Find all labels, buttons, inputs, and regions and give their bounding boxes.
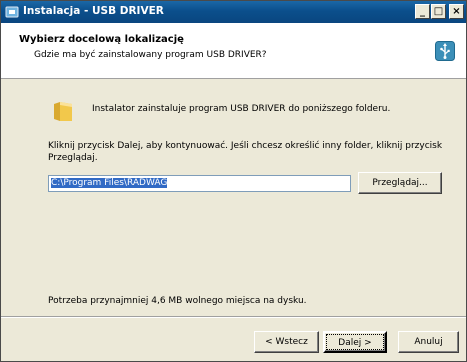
title-bar[interactable]: Instalacja - USB DRIVER _ □ × xyxy=(1,1,466,23)
window-title: Instalacja - USB DRIVER xyxy=(23,5,164,17)
usb-icon xyxy=(435,41,455,61)
browse-button[interactable]: Przeglądaj... xyxy=(358,172,442,194)
close-button[interactable]: × xyxy=(449,4,464,19)
page-header: Wybierz docelową lokalizację Gdzie ma by… xyxy=(1,23,466,79)
next-button[interactable]: Dalej > xyxy=(323,331,387,353)
minimize-button[interactable]: _ xyxy=(415,4,430,19)
maximize-button[interactable]: □ xyxy=(431,4,446,19)
installer-window: Instalacja - USB DRIVER _ □ × Wybierz do… xyxy=(0,0,467,362)
page-title: Wybierz docelową lokalizację xyxy=(19,34,184,45)
destination-path-value: C:\Program Files\RADWAG xyxy=(51,178,168,188)
intro-text: Instalator zainstaluje program USB DRIVE… xyxy=(92,104,391,114)
cancel-button[interactable]: Anuluj xyxy=(398,331,459,353)
page-subtitle: Gdzie ma być zainstalowany program USB D… xyxy=(34,50,267,60)
disk-space-text: Potrzeba przynajmniej 4,6 MB wolnego mie… xyxy=(48,296,307,306)
instructions-text: Kliknij przycisk Dalej, aby kontynuować.… xyxy=(48,141,443,163)
back-button[interactable]: < Wstecz xyxy=(254,331,319,353)
destination-path-input[interactable]: C:\Program Files\RADWAG xyxy=(48,175,351,192)
content-area: Instalator zainstaluje program USB DRIVE… xyxy=(1,79,466,316)
footer-divider xyxy=(1,316,466,318)
folder-icon xyxy=(54,102,72,121)
installer-icon xyxy=(5,6,19,18)
